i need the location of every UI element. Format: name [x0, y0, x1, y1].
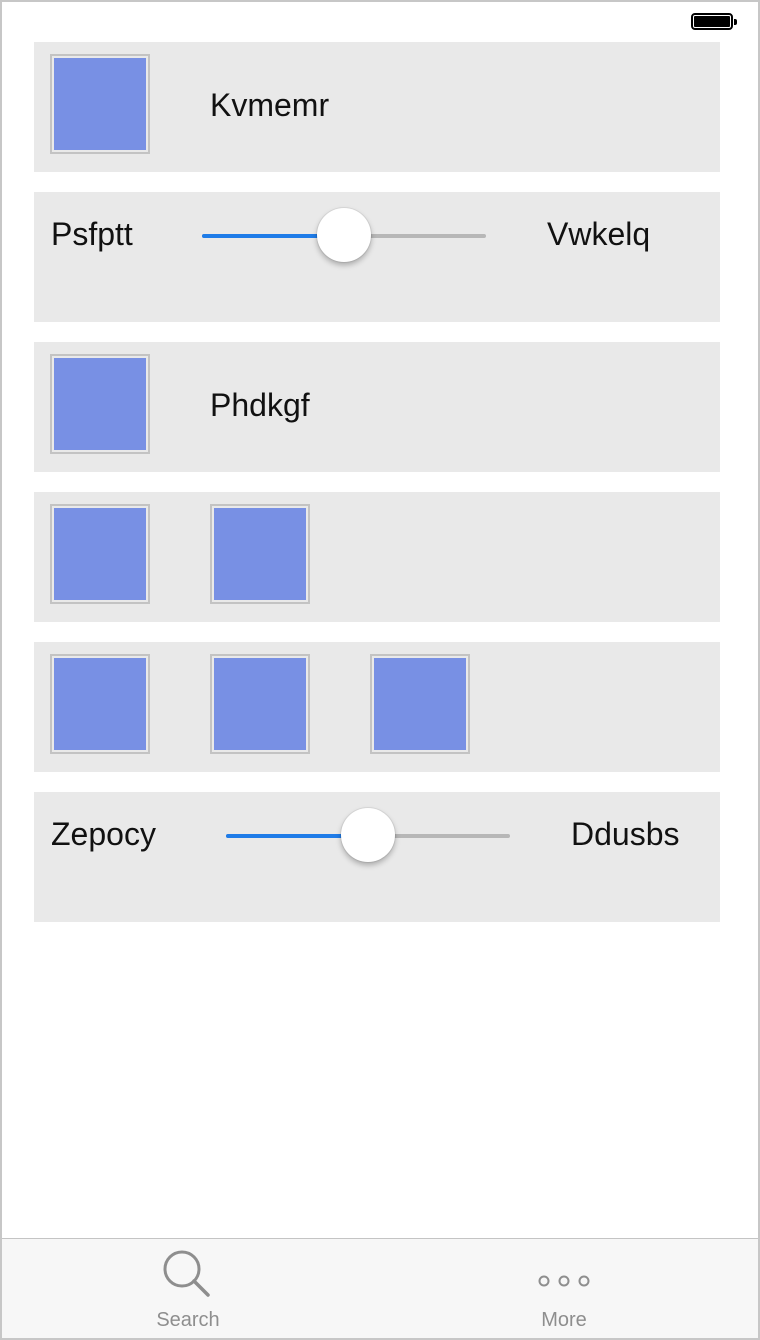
slider-thumb[interactable]: [317, 208, 371, 262]
image-tile[interactable]: [210, 504, 310, 604]
row-kvmemr: Kvmemr: [34, 42, 720, 172]
image-tile[interactable]: [210, 654, 310, 754]
tab-search[interactable]: Search: [88, 1239, 288, 1338]
slider-min-label: Zepocy: [51, 816, 156, 852]
more-icon: [538, 1275, 590, 1287]
value-slider[interactable]: [226, 805, 510, 865]
row-label: Kvmemr: [210, 87, 330, 123]
slider-max-label: Ddusbs: [571, 816, 680, 852]
slider-thumb[interactable]: [341, 808, 395, 862]
tab-label-search: Search: [156, 1309, 220, 1331]
value-slider[interactable]: [202, 205, 486, 265]
row-two-tiles: [34, 492, 720, 622]
image-tile[interactable]: [370, 654, 470, 754]
row-slider-psfptt: Psfptt Vwkelq: [34, 192, 720, 322]
image-tile[interactable]: [50, 654, 150, 754]
tab-label-more: More: [541, 1309, 587, 1331]
slider-min-label: Psfptt: [51, 216, 133, 252]
search-icon: [163, 1250, 210, 1297]
status-bar: [2, 2, 758, 42]
battery-full-icon: [691, 13, 737, 30]
image-tile[interactable]: [50, 354, 150, 454]
app-screen: Kvmemr Psfptt Vwkelq Phdkgf Zepocy Ddusb…: [0, 0, 760, 1340]
row-slider-zepocy: Zepocy Ddusbs: [34, 792, 720, 922]
tab-more[interactable]: More: [464, 1239, 664, 1338]
slider-max-label: Vwkelq: [547, 216, 651, 252]
tab-bar: Search More: [2, 1238, 758, 1338]
row-label: Phdkgf: [210, 387, 310, 423]
image-tile[interactable]: [50, 504, 150, 604]
row-three-tiles: [34, 642, 720, 772]
image-tile[interactable]: [50, 54, 150, 154]
row-phdkgf: Phdkgf: [34, 342, 720, 472]
